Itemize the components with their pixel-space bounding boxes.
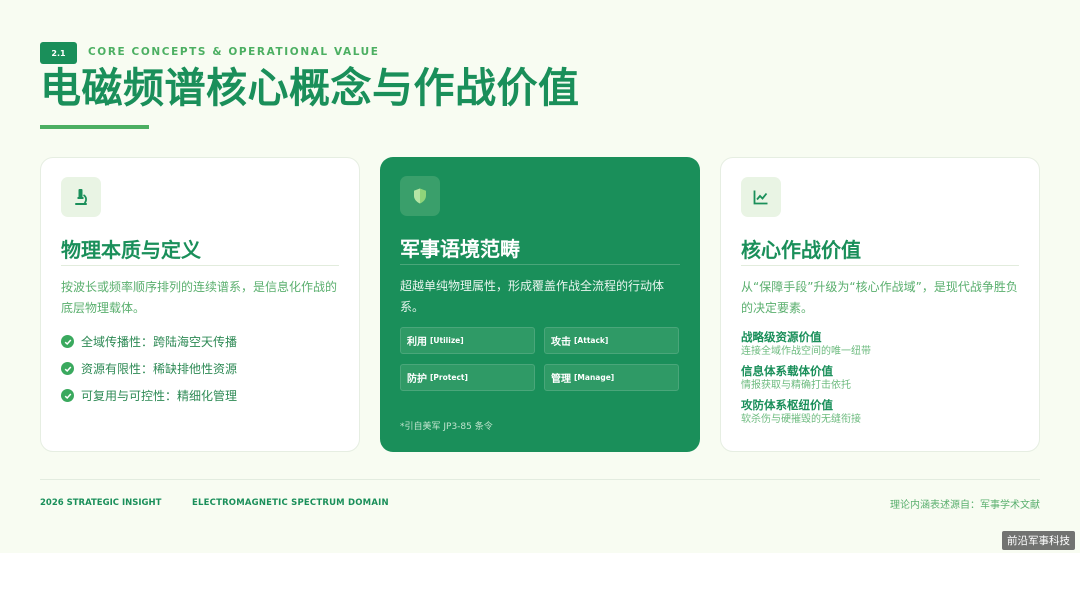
- card-divider: [61, 265, 339, 266]
- list-item: 战略级资源价值 连接全域作战空间的唯一纽带: [741, 330, 871, 358]
- list-item: 可复用与可控性：精细化管理: [61, 382, 237, 409]
- action-label-en: [Manage]: [574, 373, 615, 382]
- list-item-label: 全域传播性：跨陆海空天传播: [81, 335, 238, 349]
- microscope-icon: [61, 177, 101, 217]
- action-utilize: 利用 [Utilize]: [400, 327, 535, 354]
- value-title: 信息体系载体价值: [741, 364, 833, 378]
- check-circle-icon: [61, 389, 74, 402]
- card-divider: [400, 264, 680, 265]
- shield-icon: [400, 176, 440, 216]
- list-item-label: 资源有限性：稀缺排他性资源: [81, 362, 238, 376]
- value-subtitle: 软杀伤与硬摧毁的无缝衔接: [741, 414, 861, 425]
- card-description: 从“保障手段”升级为“核心作战域”，是现代战争胜负的决定要素。: [741, 280, 1018, 315]
- action-protect: 防护 [Protect]: [400, 364, 535, 391]
- value-subtitle: 情报获取与精确打击依托: [741, 380, 851, 391]
- card-title: 军事语境范畴: [400, 237, 520, 261]
- action-label: 攻击: [551, 337, 571, 348]
- card-title: 物理本质与定义: [61, 238, 201, 262]
- title-underline: [40, 125, 149, 129]
- footer-source-note: 理论内涵表述源自：军事学术文献: [890, 500, 1040, 511]
- value-subtitle: 连接全域作战空间的唯一纽带: [741, 346, 871, 357]
- footer-center-label: ELECTROMAGNETIC SPECTRUM DOMAIN: [192, 498, 389, 508]
- list-item: 攻防体系枢纽价值 软杀伤与硬摧毁的无缝衔接: [741, 398, 871, 426]
- watermark: 前沿军事科技: [1002, 531, 1075, 550]
- value-title: 攻防体系枢纽价值: [741, 398, 833, 412]
- line-chart-icon: [741, 177, 781, 217]
- action-attack: 攻击 [Attack]: [544, 327, 679, 354]
- section-eyebrow: CORE CONCEPTS & OPERATIONAL VALUE: [88, 46, 380, 58]
- action-label: 管理: [551, 374, 571, 385]
- value-list: 战略级资源价值 连接全域作战空间的唯一纽带 信息体系载体价值 情报获取与精确打击…: [741, 330, 871, 432]
- action-manage: 管理 [Manage]: [544, 364, 679, 391]
- card-core-value: 核心作战价值 从“保障手段”升级为“核心作战域”，是现代战争胜负的决定要素。 战…: [720, 157, 1040, 452]
- list-item: 全域传播性：跨陆海空天传播: [61, 328, 237, 355]
- section-number-badge: 2.1: [40, 42, 77, 64]
- card-description: 按波长或频率顺序排列的连续谱系，是信息化作战的底层物理载体。: [61, 280, 338, 315]
- action-label: 防护: [407, 374, 427, 385]
- action-label-en: [Protect]: [430, 373, 468, 382]
- value-title: 战略级资源价值: [741, 330, 822, 344]
- card-physical-nature: 物理本质与定义 按波长或频率顺序排列的连续谱系，是信息化作战的底层物理载体。 全…: [40, 157, 360, 452]
- check-circle-icon: [61, 362, 74, 375]
- check-circle-icon: [61, 335, 74, 348]
- action-label-en: [Attack]: [574, 336, 609, 345]
- page-title: 电磁频谱核心概念与作战价值: [40, 64, 580, 112]
- card-description: 超越单纯物理属性，形成覆盖作战全流程的行动体系。: [400, 279, 665, 314]
- card-divider: [741, 265, 1019, 266]
- footer-left-label: 2026 STRATEGIC INSIGHT: [40, 498, 162, 508]
- card-title: 核心作战价值: [741, 238, 861, 262]
- list-item: 资源有限性：稀缺排他性资源: [61, 355, 237, 382]
- action-label: 利用: [407, 337, 427, 348]
- slide: 2.1 CORE CONCEPTS & OPERATIONAL VALUE 电磁…: [0, 0, 1080, 553]
- list-item: 信息体系载体价值 情报获取与精确打击依托: [741, 364, 871, 392]
- card-military-context: 军事语境范畴 超越单纯物理属性，形成覆盖作战全流程的行动体系。 利用 [Utili…: [380, 157, 700, 452]
- action-label-en: [Utilize]: [430, 336, 464, 345]
- feature-list: 全域传播性：跨陆海空天传播 资源有限性：稀缺排他性资源 可复用与可控性：精细化管…: [61, 328, 237, 409]
- list-item-label: 可复用与可控性：精细化管理: [81, 389, 238, 403]
- footer-divider: [40, 479, 1040, 480]
- source-note: *引自美军 JP3-85 条令: [400, 422, 493, 432]
